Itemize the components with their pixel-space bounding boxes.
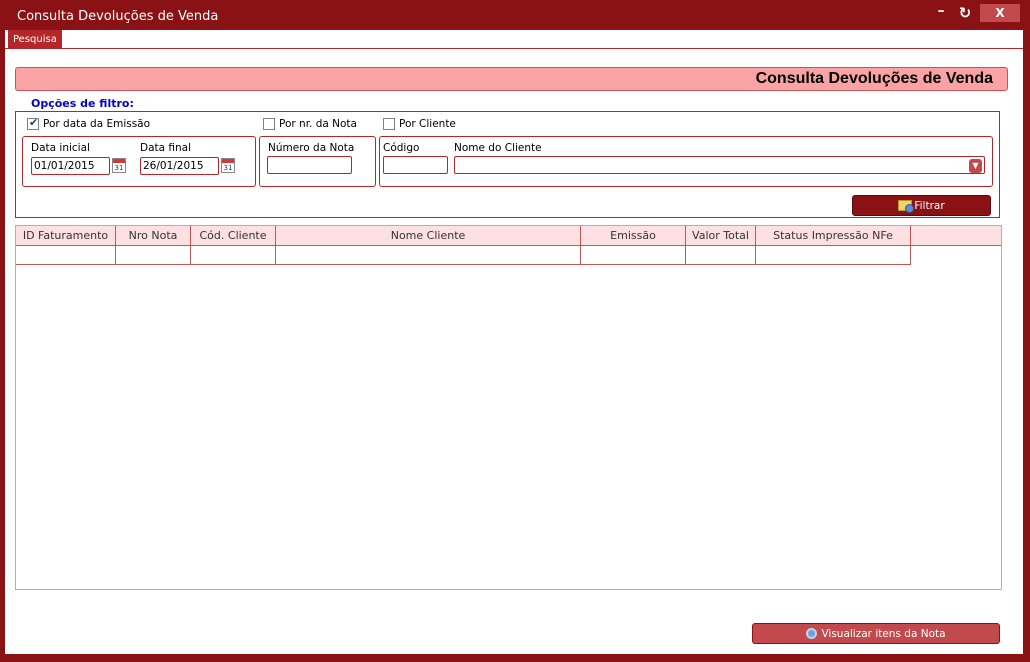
option-cliente-label: Por Cliente [399, 118, 456, 130]
refresh-icon[interactable]: ↻ [955, 4, 975, 22]
page-title: Consulta Devoluções de Venda [755, 70, 993, 87]
data-final-label: Data final [140, 142, 192, 154]
dropdown-arrow-icon[interactable]: ▼ [969, 159, 982, 173]
visualizar-itens-button[interactable]: Visualizar itens da Nota [752, 623, 1000, 644]
minimize-icon[interactable]: – [932, 4, 950, 22]
date-group: Data inicial 31 Data final 31 [22, 136, 256, 187]
visualizar-itens-label: Visualizar itens da Nota [821, 627, 946, 640]
filtrar-button[interactable]: Filtrar [852, 195, 991, 216]
codigo-input[interactable] [383, 156, 448, 174]
table-row[interactable] [16, 246, 911, 265]
nome-cliente-select[interactable]: ▼ [454, 156, 985, 174]
option-data-emissao[interactable]: Por data da Emissão [27, 116, 151, 130]
column-header[interactable]: Valor Total [686, 226, 756, 246]
calendar-icon[interactable]: 31 [112, 158, 126, 173]
table-cell [191, 246, 276, 265]
calendar-icon[interactable]: 31 [221, 158, 235, 173]
column-header[interactable]: Emissão [581, 226, 686, 246]
column-header[interactable]: ID Faturamento [16, 226, 116, 246]
option-data-emissao-label: Por data da Emissão [43, 118, 151, 130]
table-cell [686, 246, 756, 265]
column-header[interactable]: Status Impressão NFe [756, 226, 911, 246]
codigo-label: Código [383, 142, 420, 154]
data-final-input[interactable] [140, 157, 219, 175]
window-title: Consulta Devoluções de Venda [17, 9, 219, 24]
tab-pesquisa[interactable]: Pesquisa [8, 30, 62, 49]
table-cell [16, 246, 116, 265]
checkbox-icon[interactable] [263, 118, 275, 130]
cliente-group: Código Nome do Cliente ▼ [379, 136, 993, 187]
table-cell [116, 246, 191, 265]
data-inicial-input[interactable] [31, 157, 110, 175]
table-cell [756, 246, 911, 265]
content-area: Pesquisa Consulta Devoluções de Venda Op… [5, 30, 1023, 654]
column-header[interactable]: Nome Cliente [276, 226, 581, 246]
grid-header: ID Faturamento Nro Nota Cód. Cliente Nom… [16, 226, 1001, 246]
column-header[interactable]: Nro Nota [116, 226, 191, 246]
checkbox-icon[interactable] [27, 116, 39, 130]
option-nr-nota[interactable]: Por nr. da Nota [263, 118, 357, 130]
magnifier-icon [806, 628, 818, 639]
app-window: Consulta Devoluções de Venda – ↻ X Pesqu… [0, 0, 1030, 662]
filtrar-label: Filtrar [914, 199, 945, 212]
nome-cliente-label: Nome do Cliente [454, 142, 542, 154]
numero-nota-input[interactable] [267, 156, 352, 174]
folder-search-icon [898, 200, 915, 213]
column-header[interactable]: Cód. Cliente [191, 226, 276, 246]
title-bar: Consulta Devoluções de Venda – ↻ X [0, 0, 1030, 30]
header-banner: Consulta Devoluções de Venda [15, 67, 1008, 91]
filter-legend: Opções de filtro: [31, 97, 134, 110]
option-nr-nota-label: Por nr. da Nota [279, 118, 357, 130]
numero-nota-label: Número da Nota [268, 142, 355, 154]
option-cliente[interactable]: Por Cliente [383, 118, 456, 130]
table-cell [581, 246, 686, 265]
results-grid[interactable]: ID Faturamento Nro Nota Cód. Cliente Nom… [15, 225, 1002, 590]
checkbox-icon[interactable] [383, 118, 395, 130]
numero-nota-group: Número da Nota [259, 136, 376, 187]
data-inicial-label: Data inicial [31, 142, 90, 154]
close-icon[interactable]: X [980, 4, 1020, 22]
tab-bar: Pesquisa [5, 30, 1023, 49]
table-cell [276, 246, 581, 265]
